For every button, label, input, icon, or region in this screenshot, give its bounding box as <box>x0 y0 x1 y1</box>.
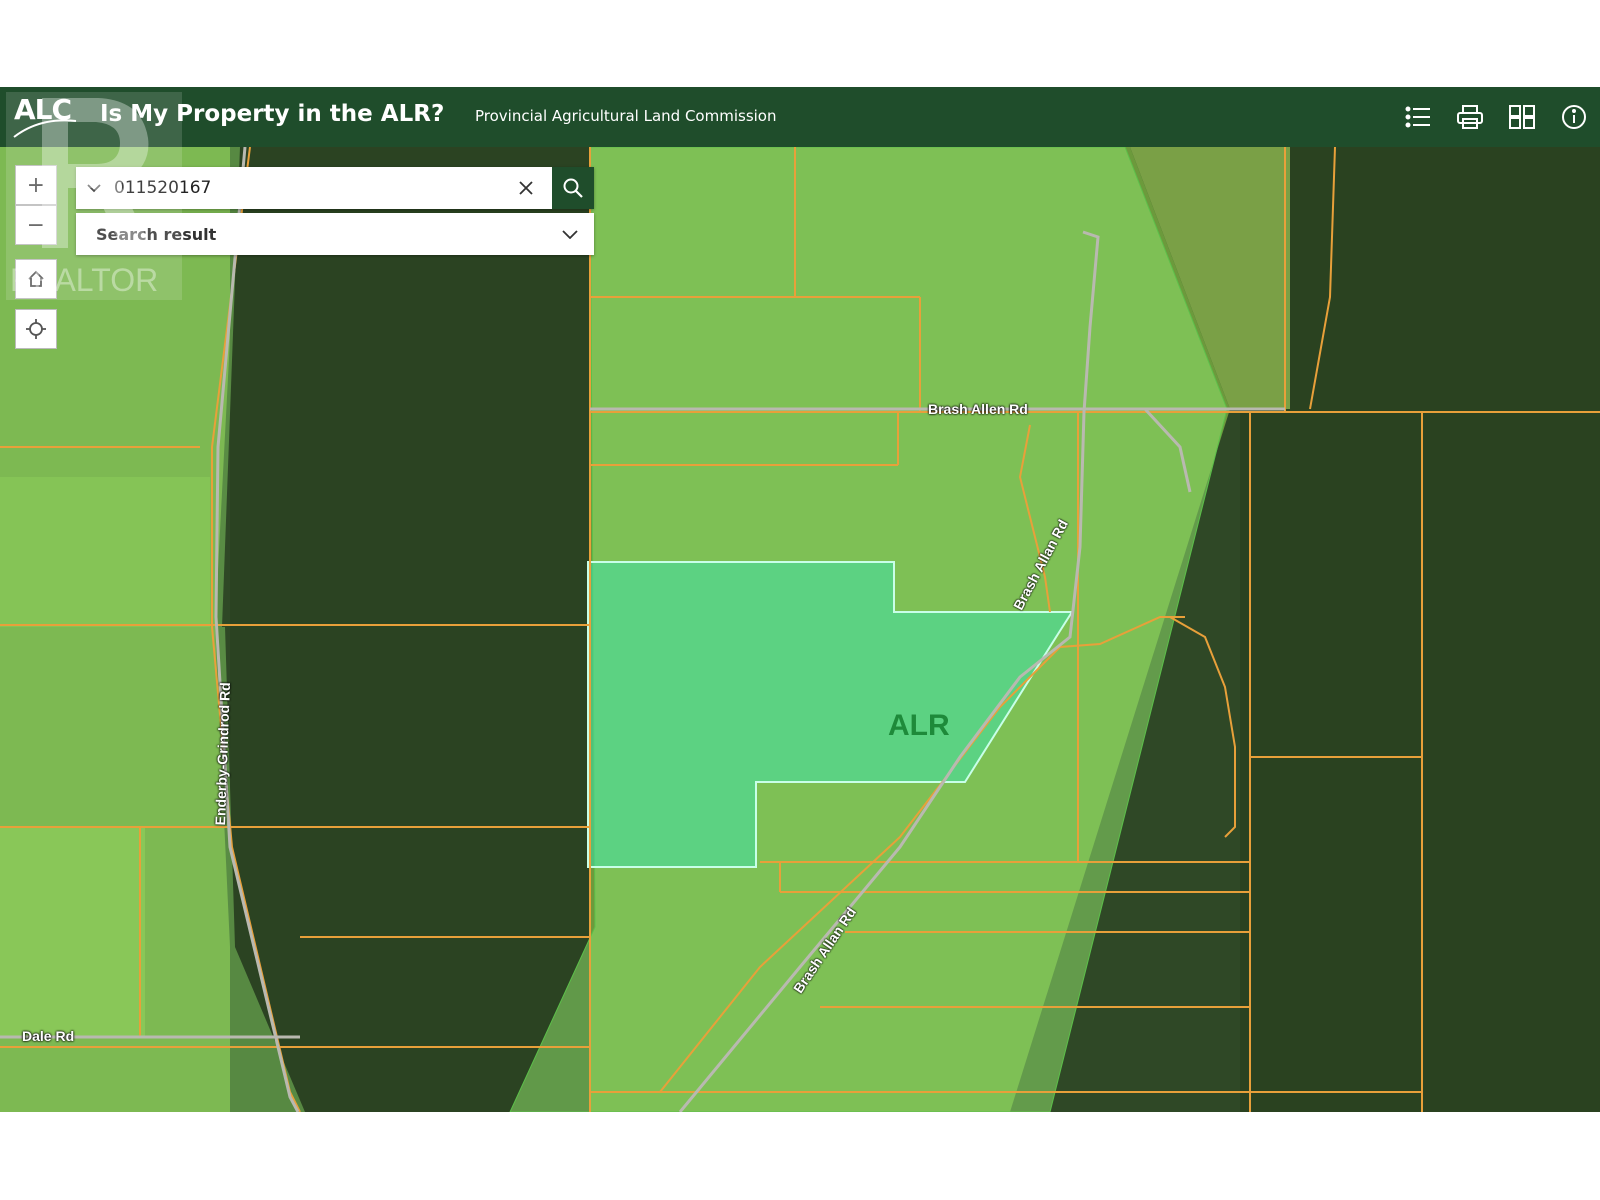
close-icon <box>519 181 533 195</box>
forest-right <box>1240 147 1600 1112</box>
road-label-dale: Dale Rd <box>22 1028 75 1044</box>
layers-list-button[interactable] <box>1392 87 1444 147</box>
info-button[interactable] <box>1548 87 1600 147</box>
zoom-in-button[interactable]: + <box>15 165 57 205</box>
alc-logo: ALC <box>10 93 80 141</box>
search-button[interactable] <box>552 167 594 209</box>
search-input[interactable] <box>112 169 506 207</box>
header-toolbar <box>1392 87 1600 147</box>
print-icon <box>1457 105 1483 129</box>
app-subtitle: Provincial Agricultural Land Commission <box>475 107 777 125</box>
search-result-dropdown[interactable]: Search result <box>76 213 594 255</box>
search-source-dropdown[interactable] <box>76 167 112 209</box>
home-icon <box>28 270 44 287</box>
road-label-brash-allen: Brash Allen Rd <box>928 401 1028 417</box>
search-result-label: Search result <box>96 224 217 244</box>
home-button[interactable] <box>15 259 57 299</box>
search-icon <box>563 178 583 198</box>
info-icon <box>1562 105 1586 129</box>
locate-button[interactable] <box>15 309 57 349</box>
zoom-out-button[interactable]: − <box>15 205 57 245</box>
grid-icon <box>1509 105 1535 129</box>
basemap-gallery-button[interactable] <box>1496 87 1548 147</box>
list-icon <box>1405 106 1430 128</box>
crosshair-icon <box>26 319 46 339</box>
map-view[interactable]: + − 011520167 Search result Brash Allen … <box>0 147 1600 1112</box>
search-box <box>76 167 594 209</box>
chevron-down-icon <box>562 230 578 239</box>
print-button[interactable] <box>1444 87 1496 147</box>
app-header: ALC Is My Property in the ALR? Provincia… <box>0 87 1600 147</box>
alr-zone-label: ALR <box>888 709 950 742</box>
clear-search-button[interactable] <box>506 167 546 209</box>
chevron-down-icon <box>87 184 101 193</box>
forest-strip <box>230 147 590 1112</box>
app-title: Is My Property in the ALR? <box>100 101 445 127</box>
logo-swoosh-icon <box>13 119 77 138</box>
satellite-basemap <box>0 147 1600 1112</box>
